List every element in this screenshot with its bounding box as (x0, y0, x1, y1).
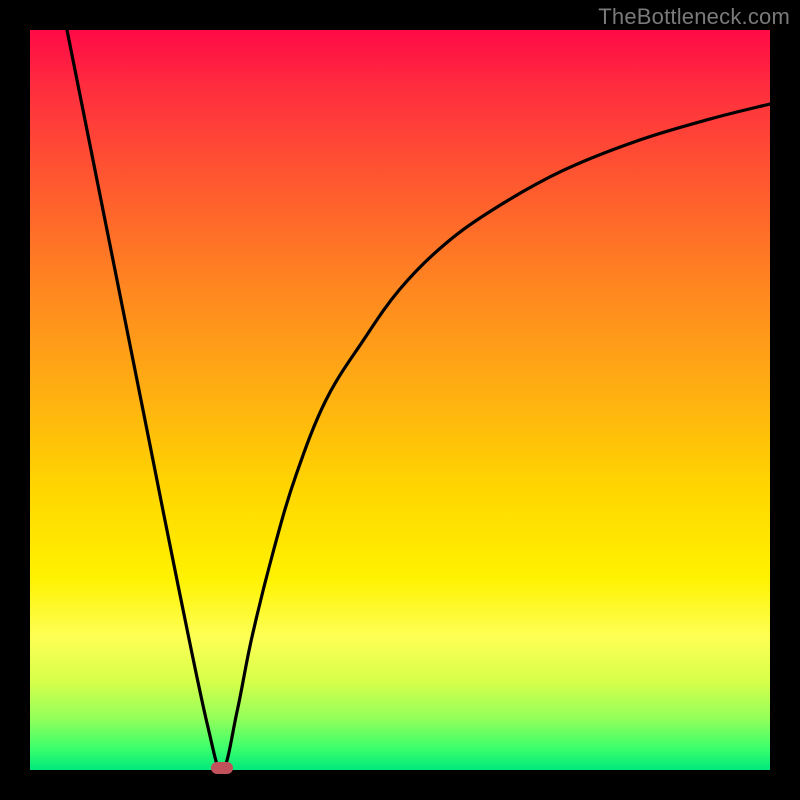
chart-frame: TheBottleneck.com (0, 0, 800, 800)
curve-path (67, 30, 770, 770)
watermark-text: TheBottleneck.com (598, 4, 790, 30)
minimum-marker (211, 762, 233, 774)
curve-svg (30, 30, 770, 770)
plot-area (30, 30, 770, 770)
